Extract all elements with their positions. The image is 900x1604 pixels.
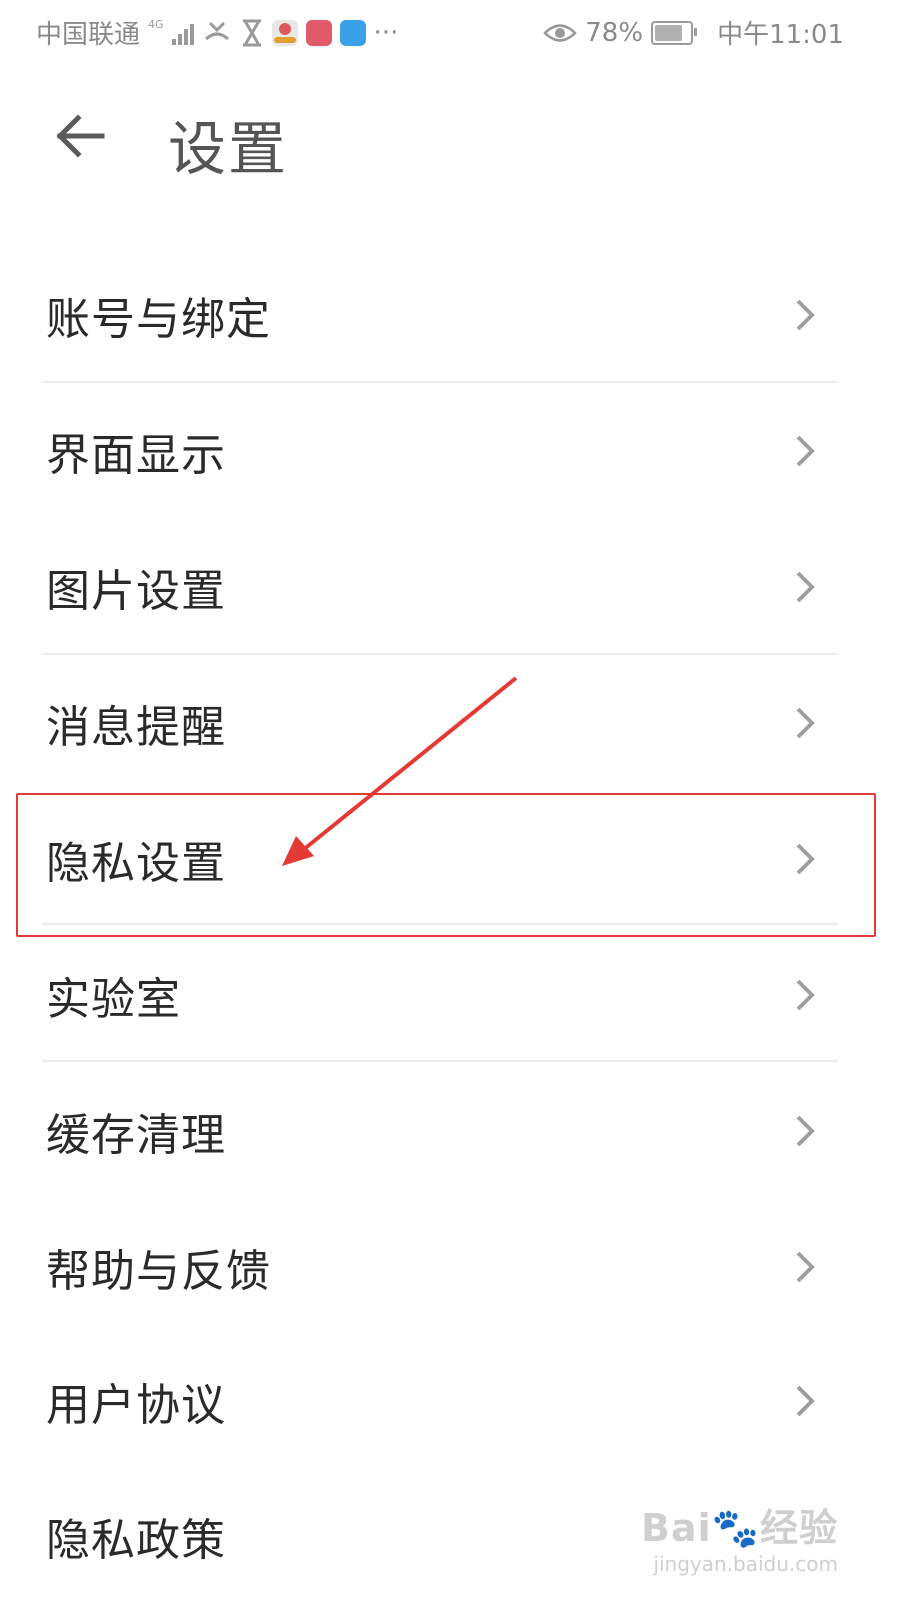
chevron-right-icon xyxy=(796,979,815,1011)
status-bar: 中国联通 4G ··· 78% 中午11:01 xyxy=(0,0,900,64)
menu-item-label: 隐私政策 xyxy=(46,1515,226,1566)
carrier-label: 中国联通 xyxy=(36,20,141,50)
missed-call-icon xyxy=(204,21,229,40)
menu-item-label: 帮助与反馈 xyxy=(46,1246,271,1297)
clock: 中午11:01 xyxy=(717,20,844,50)
menu-item-help-feedback[interactable]: 帮助与反馈 xyxy=(0,1199,900,1335)
eye-icon xyxy=(543,23,578,42)
menu-item-image-settings[interactable]: 图片设置 xyxy=(0,519,900,655)
map-app-icon xyxy=(271,19,298,46)
hourglass-icon xyxy=(242,19,261,46)
chevron-right-icon xyxy=(796,1385,815,1417)
paw-icon: 🐾 xyxy=(711,1506,760,1550)
red-app-icon xyxy=(305,19,332,46)
blue-app-icon xyxy=(339,19,366,46)
battery-percent: 78% xyxy=(585,17,644,48)
menu-item-lab[interactable]: 实验室 xyxy=(0,927,900,1063)
divider xyxy=(42,1060,838,1062)
chevron-right-icon xyxy=(796,707,815,739)
app-header: 设置 xyxy=(0,80,900,190)
menu-item-label: 用户协议 xyxy=(46,1380,226,1431)
chevron-right-icon xyxy=(796,571,815,603)
chevron-right-icon xyxy=(796,1115,815,1147)
watermark-url: jingyan.baidu.com xyxy=(653,1552,838,1576)
signal-icon xyxy=(171,21,194,45)
menu-item-label: 消息提醒 xyxy=(46,702,226,753)
status-bar-left: 中国联通 4G ··· xyxy=(36,14,398,51)
highlight-box xyxy=(16,793,876,937)
menu-item-label: 图片设置 xyxy=(46,566,226,617)
chevron-right-icon xyxy=(796,435,815,467)
watermark: Bai🐾经验 jingyan.baidu.com xyxy=(641,1497,838,1576)
more-notifications: ··· xyxy=(373,17,399,48)
menu-item-account-binding[interactable]: 账号与绑定 xyxy=(0,247,900,383)
menu-item-notifications[interactable]: 消息提醒 xyxy=(0,655,900,791)
menu-item-label: 账号与绑定 xyxy=(46,294,271,345)
menu-item-display[interactable]: 界面显示 xyxy=(0,383,900,519)
menu-item-label: 缓存清理 xyxy=(46,1110,226,1161)
page-title: 设置 xyxy=(168,115,289,183)
menu-item-cache-clean[interactable]: 缓存清理 xyxy=(0,1063,900,1199)
menu-item-user-agreement[interactable]: 用户协议 xyxy=(0,1333,900,1469)
arrow-left-icon[interactable] xyxy=(52,108,108,164)
chevron-right-icon xyxy=(796,1251,815,1283)
watermark-brand: Bai xyxy=(641,1506,712,1550)
battery-icon xyxy=(651,20,698,45)
menu-item-label: 界面显示 xyxy=(46,430,226,481)
chevron-right-icon xyxy=(796,299,815,331)
network-type: 4G xyxy=(148,18,164,31)
status-bar-right: 78% 中午11:01 xyxy=(543,14,844,51)
menu-item-label: 实验室 xyxy=(46,974,181,1025)
watermark-brand-suffix: 经验 xyxy=(759,1506,838,1550)
